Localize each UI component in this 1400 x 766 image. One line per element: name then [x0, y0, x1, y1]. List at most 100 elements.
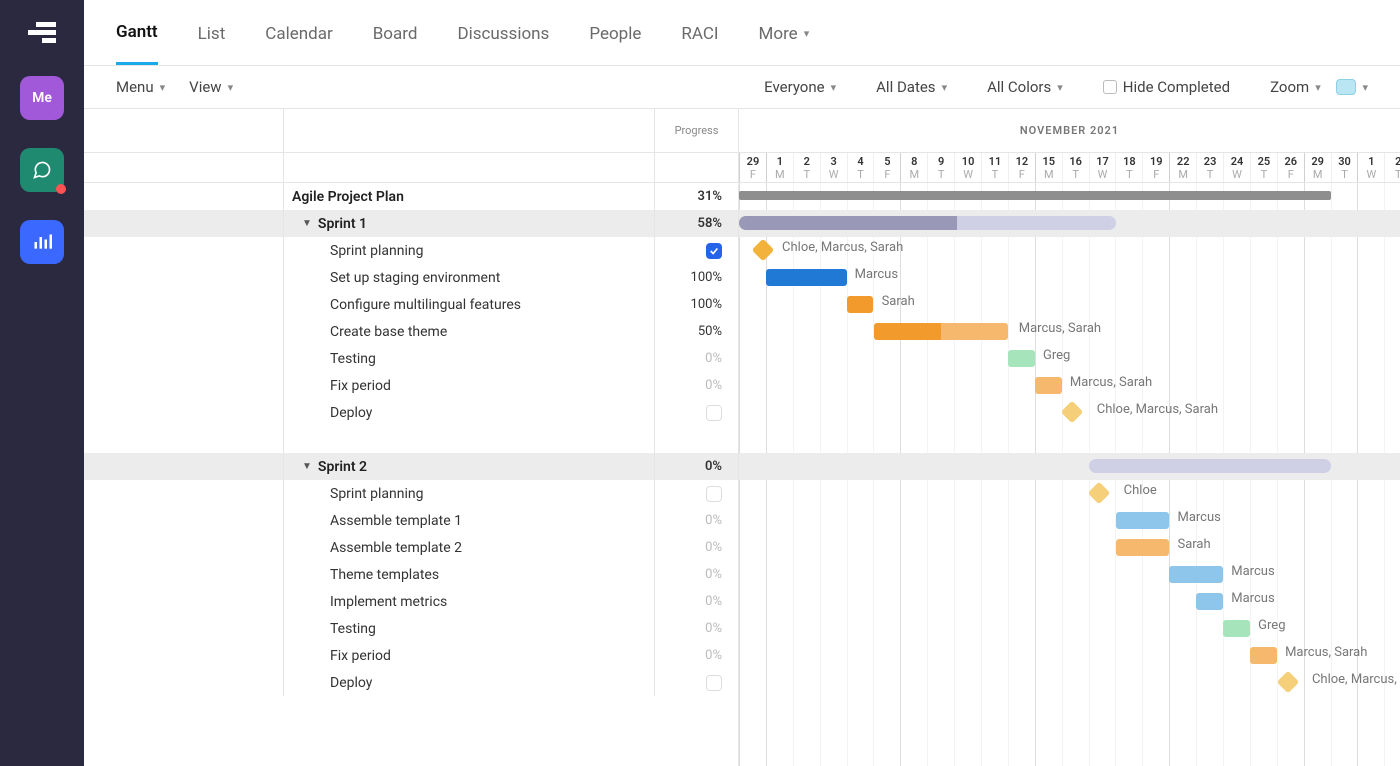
task-row[interactable]: Theme templates0%: [84, 561, 738, 588]
tab-board[interactable]: Board: [373, 22, 418, 65]
nav-me-button[interactable]: Me: [20, 76, 64, 120]
day-column: 1W: [1357, 153, 1384, 182]
gantt-bar-row: Marcus: [739, 507, 1400, 534]
task-row[interactable]: Testing0%: [84, 615, 738, 642]
zoom-dropdown[interactable]: Zoom▾ ▾: [1270, 78, 1368, 96]
gantt-group-bar[interactable]: [739, 216, 1116, 230]
view-tabs: Gantt List Calendar Board Discussions People R…: [84, 0, 1400, 66]
task-row[interactable]: Deploy: [84, 399, 738, 426]
task-assignees: Sarah: [1177, 537, 1210, 552]
timeline-pane[interactable]: NOVEMBER 2021 29F1M2T3W4T5F8M9T10W11T12F…: [739, 109, 1400, 766]
task-row[interactable]: Testing0%: [84, 345, 738, 372]
chevron-down-icon: ▾: [804, 27, 810, 40]
gantt-milestone[interactable]: [1088, 482, 1111, 505]
day-column: 17W: [1089, 153, 1116, 182]
task-assignees: Marcus: [1231, 564, 1274, 579]
task-row[interactable]: Deploy: [84, 669, 738, 696]
timeline-days-header: 29F1M2T3W4T5F8M9T10W11T12F15M16T17W18T19…: [739, 153, 1400, 183]
task-name: Create base theme: [330, 324, 447, 340]
day-column: 2T: [1384, 153, 1400, 182]
gantt-group-bar[interactable]: [1089, 459, 1331, 473]
task-row[interactable]: Assemble template 20%: [84, 534, 738, 561]
day-column: 25T: [1250, 153, 1277, 182]
gantt-bar-row: Marcus: [739, 561, 1400, 588]
gantt-milestone[interactable]: [1276, 671, 1299, 694]
filter-colors-dropdown[interactable]: All Colors▾: [987, 78, 1063, 96]
tab-list[interactable]: List: [198, 22, 226, 65]
task-progress: 0%: [654, 507, 738, 534]
nav-chat-button[interactable]: [20, 148, 64, 192]
task-name: Implement metrics: [330, 594, 447, 610]
task-name: Assemble template 2: [330, 540, 462, 556]
task-progress: 50%: [654, 318, 738, 345]
tab-raci[interactable]: RACI: [681, 22, 718, 65]
view-dropdown[interactable]: View▾: [189, 78, 233, 96]
day-column: 12F: [1008, 153, 1035, 182]
task-row[interactable]: Set up staging environment100%: [84, 264, 738, 291]
nav-stats-button[interactable]: [20, 220, 64, 264]
tab-calendar[interactable]: Calendar: [265, 22, 332, 65]
task-assignees: Marcus: [1231, 591, 1274, 606]
gantt-milestone[interactable]: [752, 239, 775, 262]
task-list-pane: Progress Agile Project Plan31%▼Sprint 15…: [84, 109, 739, 766]
task-rows: Agile Project Plan31%▼Sprint 158%Sprint …: [84, 183, 738, 696]
gantt-task-bar[interactable]: [766, 269, 847, 286]
gantt-task-bar[interactable]: [874, 323, 1009, 340]
task-row[interactable]: Implement metrics 0%: [84, 588, 738, 615]
task-row[interactable]: Assemble template 10%: [84, 507, 738, 534]
menu-dropdown[interactable]: Menu▾: [116, 78, 165, 96]
gantt-task-bar[interactable]: [1008, 350, 1035, 367]
day-column: 4T: [847, 153, 874, 182]
checkbox-empty-icon[interactable]: [706, 486, 722, 502]
task-row[interactable]: Fix period0%: [84, 642, 738, 669]
filter-people-dropdown[interactable]: Everyone▾: [764, 78, 836, 96]
gantt-task-bar[interactable]: [1223, 620, 1250, 637]
task-assignees: Marcus, Sarah: [1285, 645, 1367, 660]
gantt-task-bar[interactable]: [1196, 593, 1223, 610]
gantt-task-bar[interactable]: [1035, 377, 1062, 394]
task-assignees: Sarah: [882, 294, 915, 309]
task-progress: [654, 480, 738, 507]
collapse-icon[interactable]: ▼: [302, 218, 312, 229]
gantt-bar-row: Sarah: [739, 534, 1400, 561]
task-row[interactable]: Create base theme 50%: [84, 318, 738, 345]
task-row[interactable]: Configure multilingual features100%: [84, 291, 738, 318]
task-name: Sprint 2: [318, 459, 367, 475]
task-row[interactable]: Sprint planning: [84, 237, 738, 264]
hide-completed-toggle[interactable]: Hide Completed: [1103, 78, 1230, 96]
gantt-summary-bar[interactable]: [739, 191, 1331, 200]
logo-icon: [28, 22, 56, 48]
gantt-milestone[interactable]: [1061, 401, 1084, 424]
gantt-task-bar[interactable]: [847, 296, 874, 313]
task-row[interactable]: ▼Sprint 20%: [84, 453, 738, 480]
main-content: Gantt List Calendar Board Discussions People R…: [84, 0, 1400, 766]
gantt-task-bar[interactable]: [1250, 647, 1277, 664]
task-progress: 0%: [654, 588, 738, 615]
task-name: Set up staging environment: [330, 270, 500, 286]
checkbox-empty-icon[interactable]: [706, 405, 722, 421]
task-name: Deploy: [330, 675, 372, 691]
notification-dot: [56, 184, 66, 194]
tab-gantt[interactable]: Gantt: [116, 22, 158, 65]
gantt-bar-row: Chloe, Marcus, Sarah: [739, 237, 1400, 264]
collapse-icon[interactable]: ▼: [302, 461, 312, 472]
filter-dates-dropdown[interactable]: All Dates▾: [876, 78, 947, 96]
gantt-task-bar[interactable]: [1116, 512, 1170, 529]
gantt-task-bar[interactable]: [1116, 539, 1170, 556]
task-row[interactable]: Fix period0%: [84, 372, 738, 399]
day-column: 1M: [766, 153, 793, 182]
task-assignees: Chloe, Marcus, Sarah: [1312, 672, 1400, 687]
task-row[interactable]: ▼Sprint 158%: [84, 210, 738, 237]
checkbox-empty-icon[interactable]: [706, 675, 722, 691]
tab-discussions[interactable]: Discussions: [457, 22, 549, 65]
task-row[interactable]: Agile Project Plan31%: [84, 183, 738, 210]
task-name: Agile Project Plan: [292, 189, 404, 205]
tab-more[interactable]: More▾: [759, 22, 810, 65]
task-name: Configure multilingual features: [330, 297, 521, 313]
task-row[interactable]: Sprint planning: [84, 480, 738, 507]
task-assignees: Marcus, Sarah: [1019, 321, 1101, 336]
tab-people[interactable]: People: [589, 22, 641, 65]
gantt-task-bar[interactable]: [1169, 566, 1223, 583]
day-column: 24W: [1223, 153, 1250, 182]
timeline-body: Chloe, Marcus, Sarah Marcus Sarah Marcus, S…: [739, 183, 1400, 766]
